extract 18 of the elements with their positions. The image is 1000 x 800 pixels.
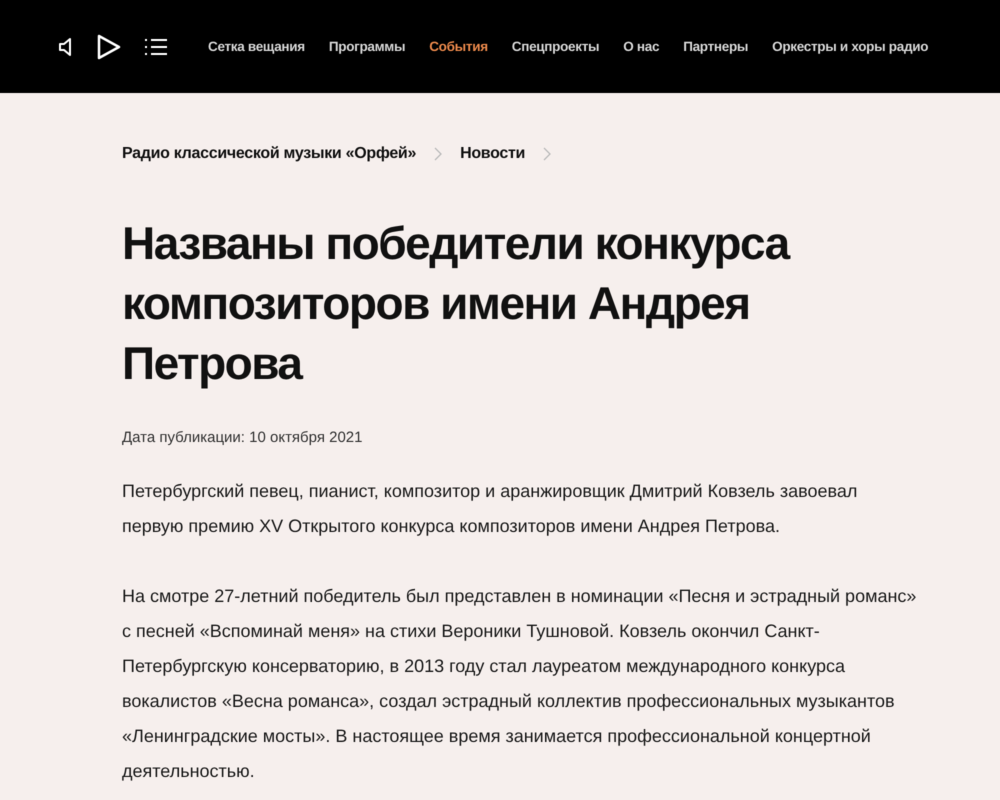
- nav-link[interactable]: О нас: [623, 39, 660, 54]
- publication-date: Дата публикации: 10 октября 2021: [122, 429, 364, 446]
- article-paragraph: Петербургский певец, пианист, композитор и аранжировщик Дмитрий Ковзель завоевал первую премию XV Открытого конкурса композиторов имени Андрея Петрова.: [122, 480, 858, 538]
- nav-link[interactable]: Программы: [328, 39, 406, 54]
- nav-link[interactable]: Партнеры: [683, 39, 748, 54]
- nav-link[interactable]: Оркестры и хоры радио: [772, 39, 928, 54]
- nav-link[interactable]: Спецпроекты: [512, 39, 600, 54]
- play-button[interactable]: [96, 32, 122, 60]
- breadcrumb-link[interactable]: Новости: [460, 145, 526, 163]
- breadcrumb-link[interactable]: Радио классической музыки «Орфей»: [122, 145, 416, 163]
- menu-button[interactable]: [144, 36, 168, 56]
- chevron-icon: [434, 147, 442, 161]
- nav-link[interactable]: Сетка вещания: [208, 39, 305, 54]
- chevron-icon: [543, 147, 552, 161]
- nav-link[interactable]: События: [429, 39, 488, 54]
- article-title: Названы победители конкурса композиторов имени Андрея Петрова: [122, 216, 791, 391]
- volume-button[interactable]: [58, 36, 74, 56]
- article-paragraph: На смотре 27-летний победитель был представлен в номинации «Песня и эстрадный романс» с песней «Вспоминай меня» на стихи Вероники Тушновой. Ковзель окончил Санкт-Петербургскую консерваторию, в 2013 году стал лауреатом международного конкурса вокалистов «Весна романса», создал эстрадный коллектив профессиональных музыкантов «Ленинградские мосты». В настоящее время занимается профессиональной концертной деятельностью.: [122, 585, 918, 783]
